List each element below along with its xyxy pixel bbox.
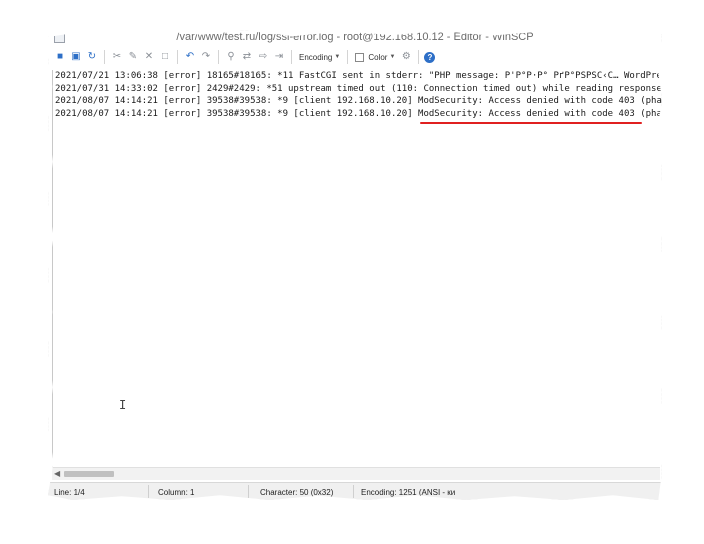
toolbar-divider bbox=[104, 50, 105, 64]
goto-line-icon[interactable]: ⇥ bbox=[272, 50, 286, 64]
save-all-icon[interactable]: ▣ bbox=[69, 50, 83, 64]
chevron-down-icon: ▼ bbox=[334, 54, 341, 60]
text-editor[interactable]: 2021/07/21 13:06:38 [error] 18165#18165:… bbox=[52, 70, 662, 467]
scroll-left-icon[interactable]: ◀ bbox=[54, 468, 60, 480]
status-divider bbox=[148, 485, 149, 498]
save-icon[interactable]: ■ bbox=[53, 50, 67, 64]
reload-icon[interactable]: ↻ bbox=[85, 50, 99, 64]
encoding-dropdown[interactable]: Encoding ▼ bbox=[297, 53, 342, 62]
toolbar-divider bbox=[291, 50, 292, 64]
status-divider bbox=[353, 485, 354, 498]
toolbar-divider bbox=[177, 50, 178, 64]
cut-icon[interactable]: ✂ bbox=[110, 50, 124, 64]
editor-line[interactable]: 2021/08/07 14:14:21 [error] 39538#39538:… bbox=[53, 95, 662, 108]
replace-icon[interactable]: ⇄ bbox=[240, 50, 254, 64]
chevron-down-icon: ▼ bbox=[389, 54, 396, 60]
redo-icon[interactable]: ↷ bbox=[199, 50, 213, 64]
find-next-icon[interactable]: ⇨ bbox=[256, 50, 270, 64]
copy-icon[interactable]: □ bbox=[158, 50, 172, 64]
paste-icon[interactable]: ✎ bbox=[126, 50, 140, 64]
status-encoding: Encoding: 1251 (ANSI - ки bbox=[361, 488, 456, 497]
editor-line[interactable]: 2021/07/21 13:06:38 [error] 18165#18165:… bbox=[53, 70, 662, 83]
highlight-underline bbox=[420, 122, 642, 124]
editor-window: /var/www/test.ru/log/ssl-error.log - roo… bbox=[48, 30, 662, 500]
scrollbar-thumb[interactable] bbox=[64, 471, 114, 477]
text-cursor-icon: I bbox=[119, 398, 127, 412]
title-bar: /var/www/test.ru/log/ssl-error.log - roo… bbox=[48, 30, 662, 44]
toolbar-divider bbox=[347, 50, 349, 64]
editor-line[interactable]: 2021/07/31 14:33:02 [error] 2429#2429: *… bbox=[53, 83, 662, 96]
status-bar: Line: 1/4 Column: 1 Character: 50 (0x32)… bbox=[48, 482, 662, 500]
toolbar-divider bbox=[418, 50, 420, 64]
status-column: Column: 1 bbox=[158, 488, 195, 497]
status-line: Line: 1/4 bbox=[54, 488, 85, 497]
delete-icon[interactable]: ✕ bbox=[142, 50, 156, 64]
window-title: /var/www/test.ru/log/ssl-error.log - roo… bbox=[176, 31, 534, 43]
toolbar: ■ ▣ ↻ ✂ ✎ ✕ □ ↶ ↷ ⚲ ⇄ ⇨ ⇥ Encoding ▼ Col… bbox=[48, 46, 662, 68]
app-icon bbox=[54, 32, 65, 43]
status-divider bbox=[248, 485, 249, 498]
find-icon[interactable]: ⚲ bbox=[224, 50, 238, 64]
toolbar-divider bbox=[218, 50, 219, 64]
undo-icon[interactable]: ↶ bbox=[183, 50, 197, 64]
encoding-label: Encoding bbox=[299, 52, 333, 62]
editor-line[interactable]: 2021/08/07 14:14:21 [error] 39538#39538:… bbox=[53, 108, 662, 121]
color-checkbox[interactable] bbox=[355, 52, 365, 62]
color-label: Color bbox=[368, 52, 388, 62]
settings-icon[interactable]: ⚙ bbox=[399, 50, 413, 64]
status-character: Character: 50 (0x32) bbox=[260, 488, 334, 497]
color-dropdown[interactable]: Color ▼ bbox=[353, 52, 397, 62]
help-icon[interactable]: ? bbox=[424, 51, 436, 63]
horizontal-scrollbar[interactable]: ◀ bbox=[52, 467, 660, 480]
